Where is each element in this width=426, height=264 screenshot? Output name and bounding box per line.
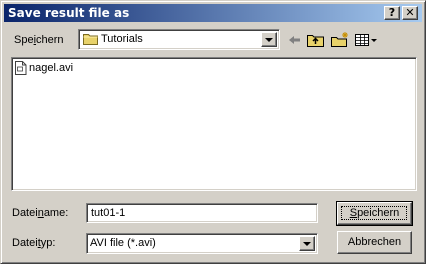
window-title: Save result file as (8, 6, 130, 20)
filename-input[interactable] (89, 206, 319, 220)
help-icon: ? (388, 6, 396, 19)
new-folder-icon[interactable] (330, 31, 350, 49)
location-label: Speichern (14, 34, 64, 46)
file-name: nagel.avi (29, 62, 74, 74)
save-dialog: Save result file as ? ✕ Speichern Tutori… (0, 0, 426, 264)
file-list[interactable]: nagel.avi (11, 57, 417, 191)
save-button[interactable]: Speichern (336, 201, 413, 226)
view-menu-icon[interactable] (354, 31, 378, 49)
filetype-dropdown-button[interactable] (299, 236, 315, 251)
filetype-value: AVI file (*.avi) (90, 237, 156, 249)
location-combo[interactable]: Tutorials (78, 29, 280, 50)
folder-icon (83, 34, 98, 45)
location-dropdown-button[interactable] (261, 32, 277, 47)
close-button[interactable]: ✕ (402, 6, 418, 20)
cancel-button[interactable]: Abbrechen (337, 231, 412, 254)
close-icon: ✕ (405, 6, 415, 19)
back-arrow-icon[interactable] (286, 31, 302, 49)
filetype-label: Dateityp: (12, 237, 56, 249)
title-bar[interactable]: Save result file as ? ✕ (4, 4, 422, 22)
focus-rect (341, 206, 407, 220)
filename-field[interactable] (86, 203, 319, 223)
filetype-combo[interactable]: AVI file (*.avi) (86, 233, 318, 254)
help-button[interactable]: ? (384, 6, 400, 20)
avi-file-icon (15, 61, 27, 75)
location-value: Tutorials (101, 33, 143, 45)
filename-label: Dateiname: (12, 207, 69, 219)
up-folder-icon[interactable] (306, 31, 326, 49)
